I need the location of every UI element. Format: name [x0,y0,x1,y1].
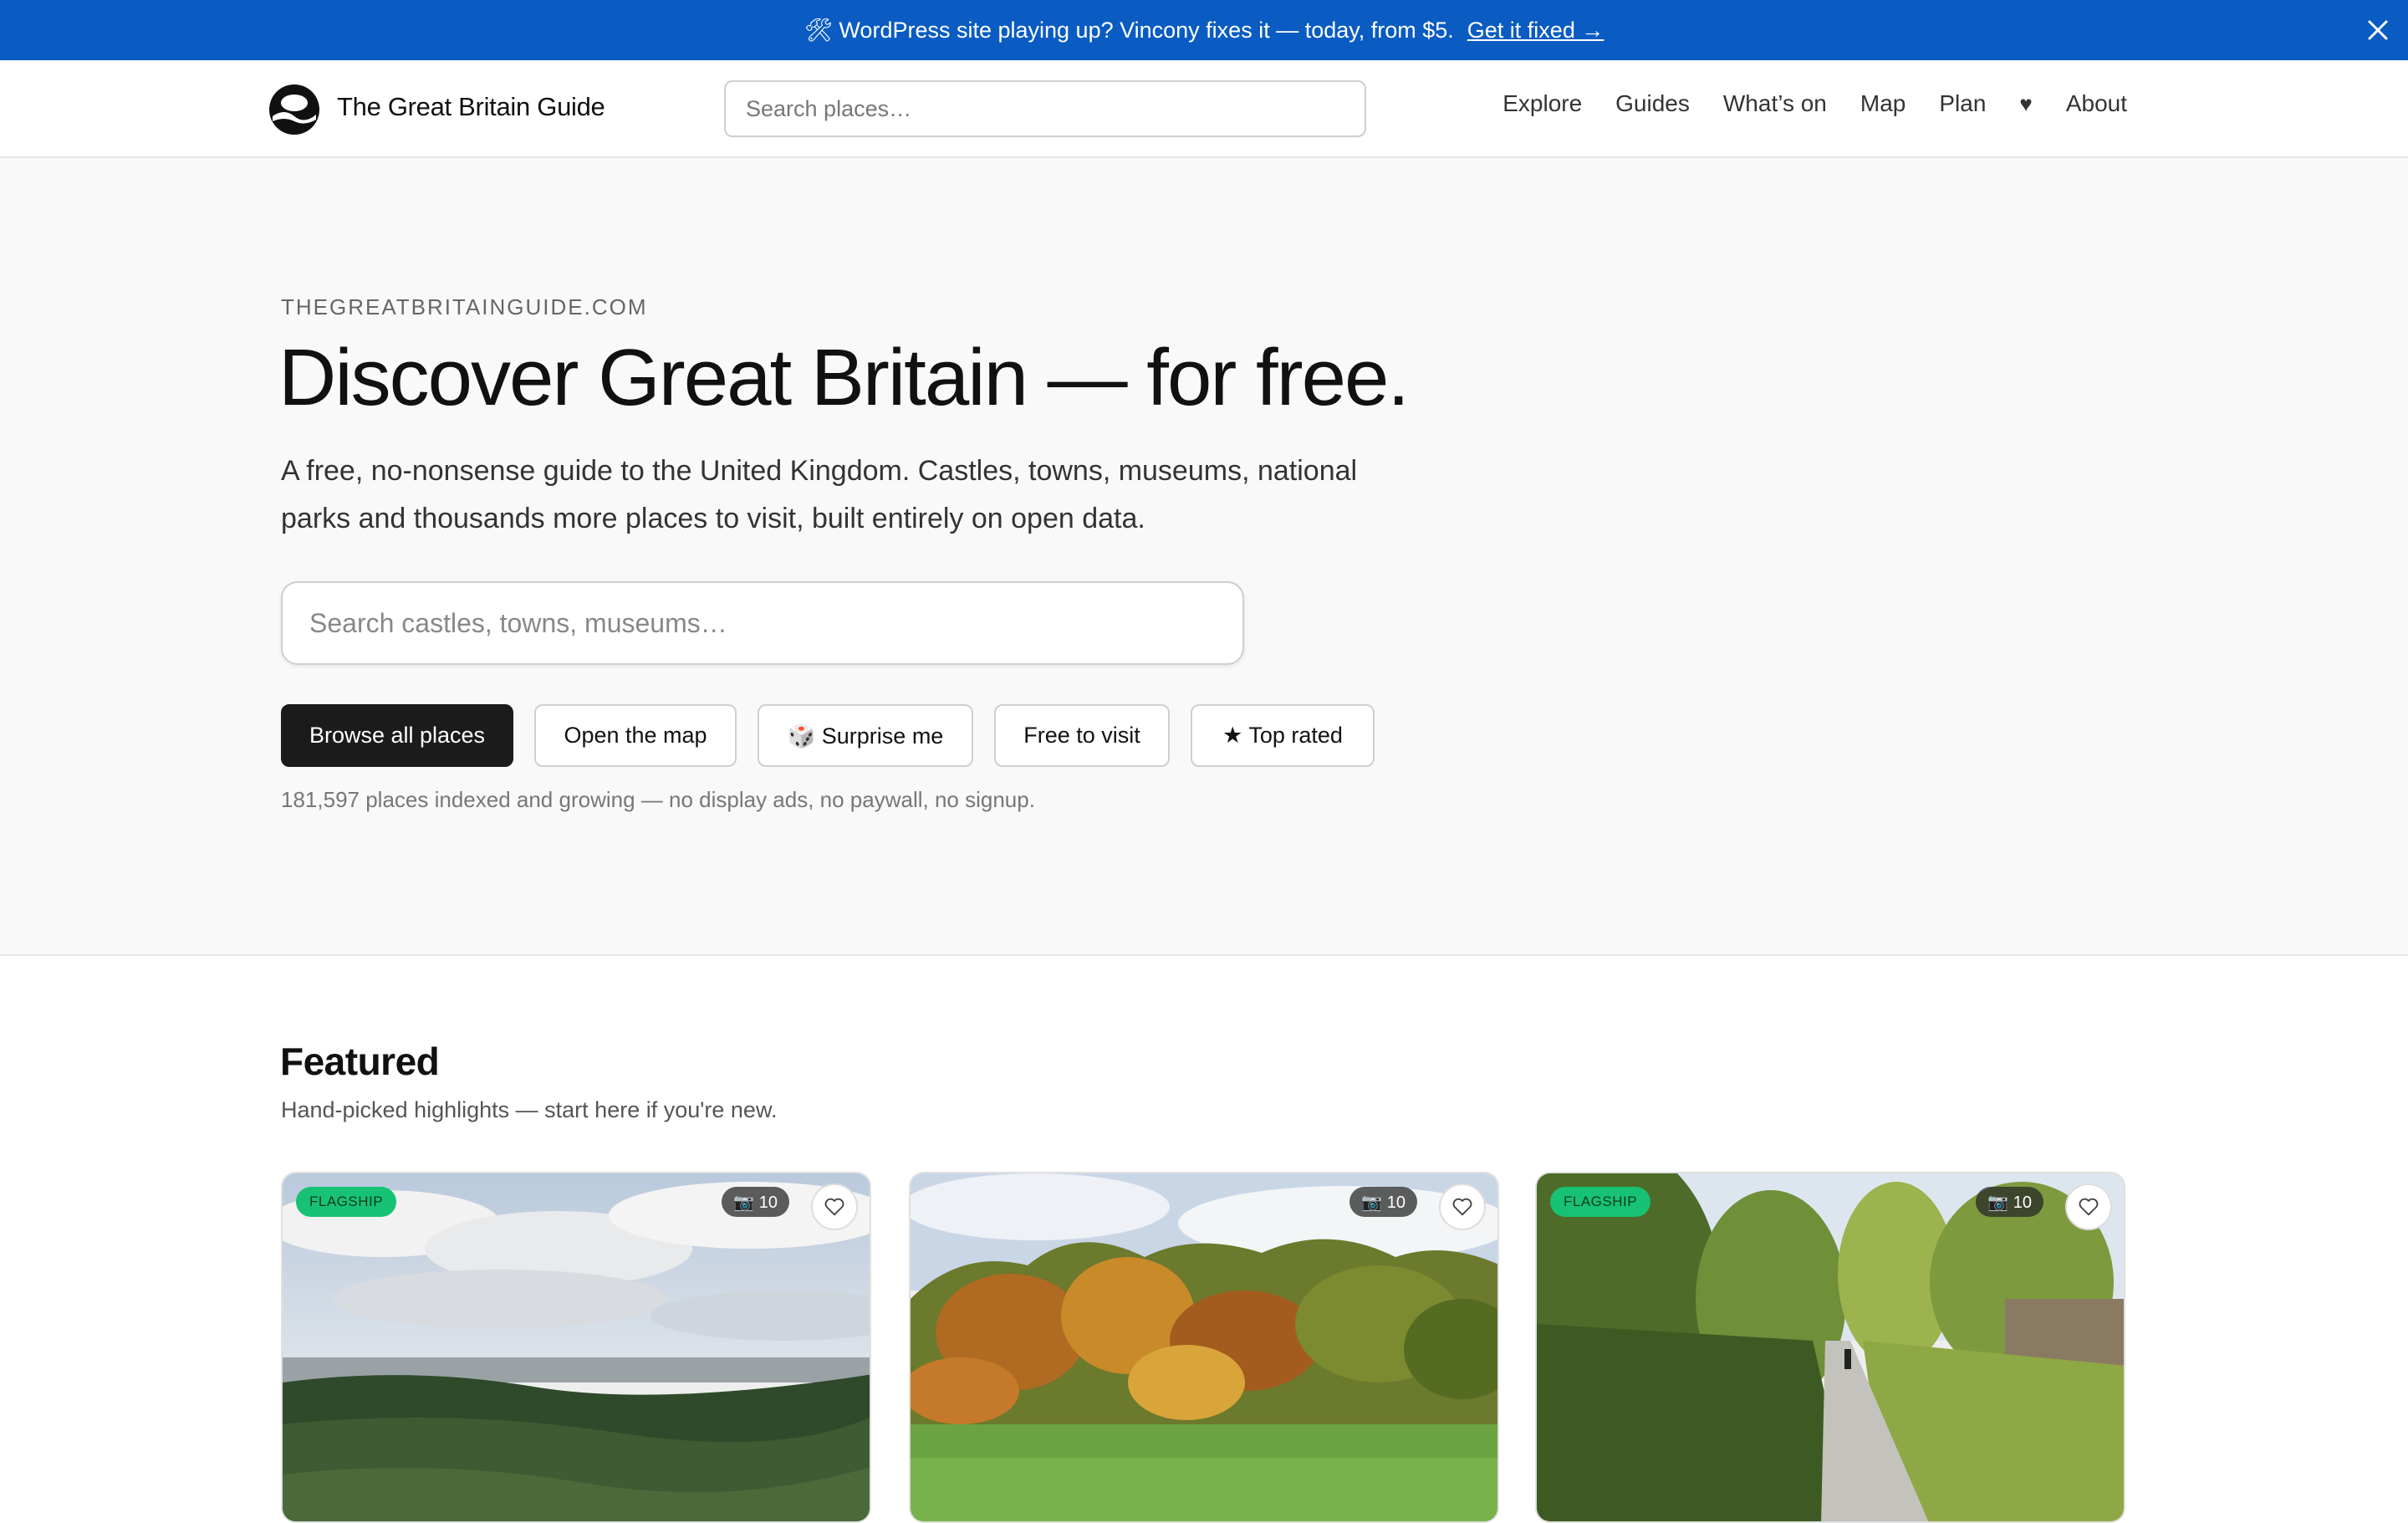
header-search-input[interactable] [724,80,1366,137]
heart-icon[interactable]: ♥ [2019,91,2032,117]
hero-buttons: Browse all places Open the map 🎲 Surpris… [281,704,1395,767]
hero-title: Discover Great Britain — for free. [278,333,1410,422]
hero-subtitle: A free, no-nonsense guide to the United … [281,455,1358,534]
banner-message: 🛠 WordPress site playing up? Vincony fix… [804,18,1454,43]
card-photo [911,1173,1497,1521]
nav-about[interactable]: About [2066,90,2127,117]
browse-all-button[interactable]: Browse all places [281,704,513,767]
nav-explore[interactable]: Explore [1502,90,1582,117]
favorite-button[interactable] [811,1183,858,1230]
close-icon[interactable] [2363,15,2393,45]
heart-outline-icon [1452,1198,1472,1216]
open-map-button[interactable]: Open the map [534,704,737,767]
surprise-me-button[interactable]: 🎲 Surprise me [758,704,973,767]
top-rated-button[interactable]: ★ Top rated [1191,704,1375,767]
logo-icon[interactable] [268,83,321,136]
brand-name[interactable]: The Great Britain Guide [337,92,605,122]
photo-count-badge: 📷 10 [722,1187,789,1217]
site-header: The Great Britain Guide Explore Guides W… [0,60,2408,158]
nav-guides[interactable]: Guides [1615,90,1690,117]
flagship-badge: FLAGSHIP [296,1187,397,1217]
featured-title: Featured [280,1040,440,1083]
favorite-button[interactable] [1439,1183,1486,1230]
photo-count-badge: 📷 10 [1976,1187,2043,1217]
nav-plan[interactable]: Plan [1939,90,1986,117]
featured-subtitle: Hand-picked highlights — start here if y… [281,1097,778,1122]
hero-note: 181,597 places indexed and growing — no … [281,787,1035,812]
hero-section: THEGREATBRITAINGUIDE.COM Discover Great … [0,158,2408,956]
hero-eyebrow: THEGREATBRITAINGUIDE.COM [281,294,648,319]
featured-card[interactable]: FLAGSHIP 📷 10 [1535,1172,2125,1523]
favorite-button[interactable] [2065,1183,2112,1230]
heart-outline-icon [2079,1198,2099,1216]
nav-map[interactable]: Map [1860,90,1905,117]
promo-banner: 🛠 WordPress site playing up? Vincony fix… [0,0,2408,60]
free-to-visit-button[interactable]: Free to visit [994,704,1170,767]
hero-search-input[interactable] [281,581,1244,665]
main-nav: Explore Guides What’s on Map Plan ♥ Abou… [1469,90,2127,117]
photo-count-badge: 📷 10 [1349,1187,1417,1217]
card-photo [283,1173,870,1521]
banner-link[interactable]: Get it fixed → [1467,18,1604,43]
card-photo [1537,1173,2124,1521]
featured-card[interactable]: FLAGSHIP 📷 10 [281,1172,871,1523]
featured-card[interactable]: 📷 10 [909,1172,1499,1523]
heart-outline-icon [824,1198,844,1216]
nav-whats-on[interactable]: What’s on [1723,90,1827,117]
flagship-badge: FLAGSHIP [1550,1187,1651,1217]
